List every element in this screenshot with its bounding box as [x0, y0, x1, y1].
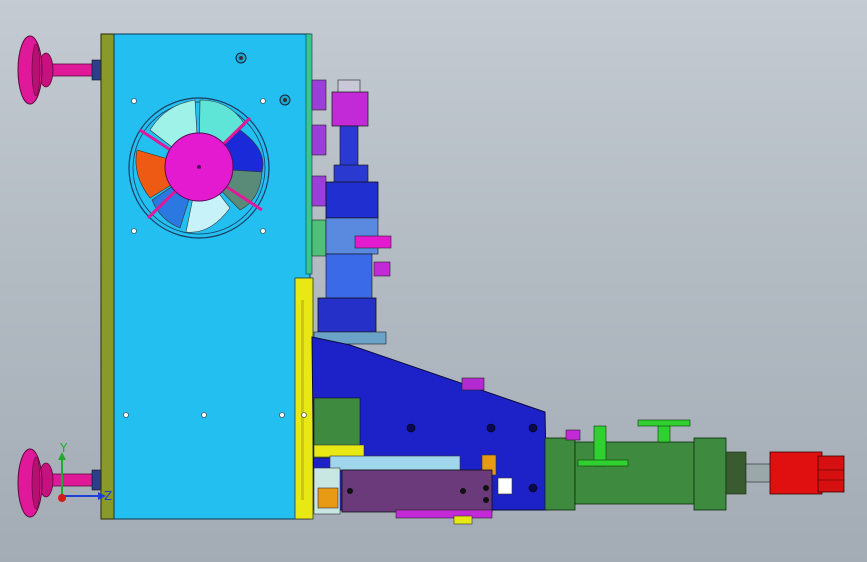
- y-axis-label: Y: [59, 441, 68, 455]
- upper-mounting-knob[interactable]: [17, 35, 103, 105]
- end-cap[interactable]: [769, 451, 845, 495]
- x-axis-dot: [58, 494, 66, 502]
- z-axis-label: Z: [104, 489, 112, 503]
- graphics-viewport[interactable]: Y Z: [0, 0, 867, 562]
- vertical-cylinder[interactable]: [313, 79, 392, 345]
- model-view[interactable]: [0, 0, 867, 562]
- fitting-stack[interactable]: [311, 79, 327, 257]
- slide-block[interactable]: [341, 469, 493, 525]
- horizontal-cylinder[interactable]: [544, 419, 775, 511]
- cooling-fan[interactable]: [128, 97, 270, 239]
- lower-front-plate[interactable]: [294, 277, 314, 520]
- coordinate-triad: Y Z: [58, 441, 112, 503]
